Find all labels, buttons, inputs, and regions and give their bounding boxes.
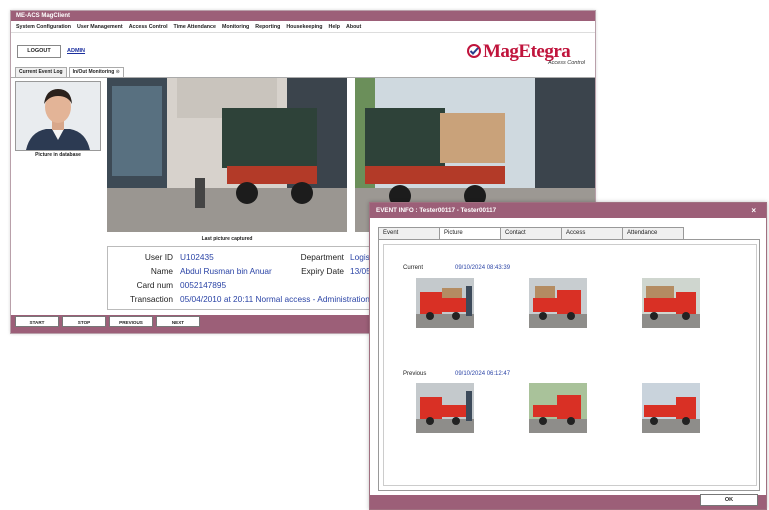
menu-housekeeping[interactable]: Housekeeping [286, 24, 322, 30]
menu-monitoring[interactable]: Monitoring [222, 24, 249, 30]
tab-access[interactable]: Access [561, 227, 623, 239]
stop-button[interactable]: STOP [62, 316, 106, 327]
menu-access-control[interactable]: Access Control [129, 24, 168, 30]
tab-attendance[interactable]: Attendance [622, 227, 684, 239]
current-timestamp: 09/10/2024 08:43:39 [455, 265, 511, 271]
current-label: Current [403, 265, 424, 271]
logo-check-icon [467, 44, 481, 58]
dialog-footer: OK [370, 494, 766, 509]
menu-reporting[interactable]: Reporting [255, 24, 280, 30]
menu-time-attendance[interactable]: Time Attendance [174, 24, 216, 30]
last-picture-caption: Last picture captured [201, 236, 253, 242]
brand-subtitle: Access Control [548, 60, 585, 66]
window-title: ME-ACS MagClient [11, 11, 595, 21]
current-thumb-1[interactable] [416, 278, 474, 328]
previous-timestamp: 09/10/2024 06:12:47 [455, 371, 511, 377]
name-label: Name [150, 266, 173, 276]
logout-button[interactable]: LOGOUT [17, 45, 61, 58]
camera-image-1 [107, 78, 347, 232]
transaction-label: Transaction [129, 294, 173, 304]
dialog-title-bar: EVENT INFO : Tester00117 - Tester00117 × [370, 203, 766, 218]
tab-in-out-monitoring[interactable]: In/Out Monitoring ⊗ [68, 67, 124, 77]
tab-current-event-log[interactable]: Current Event Log [15, 67, 67, 77]
menu-system-configuration[interactable]: System Configuration [16, 24, 71, 30]
truck-gate-scene [107, 78, 347, 232]
previous-thumb-2[interactable] [529, 383, 587, 433]
card-num-value: 0052147895 [180, 280, 227, 290]
current-thumb-2[interactable] [529, 278, 587, 328]
previous-thumb-3[interactable] [642, 383, 700, 433]
photo-caption: Picture in database [35, 152, 81, 158]
department-label: Department [300, 252, 344, 262]
tab-contact[interactable]: Contact [500, 227, 562, 239]
previous-button[interactable]: PREVIOUS [109, 316, 153, 327]
user-id-label: User ID [144, 252, 173, 262]
event-info-dialog: EVENT INFO : Tester00117 - Tester00117 ×… [369, 202, 767, 510]
current-thumb-3[interactable] [642, 278, 700, 328]
user-photo [15, 81, 101, 151]
menu-bar: System Configuration User Management Acc… [11, 21, 595, 33]
current-user-link[interactable]: ADMIN [67, 48, 85, 54]
tab-close-icon[interactable]: ⊗ [116, 69, 120, 75]
dialog-tabs: Event Picture Contact Access Attendance [378, 227, 684, 240]
close-icon[interactable]: × [751, 203, 756, 218]
tab-event[interactable]: Event [378, 227, 440, 239]
transaction-value: 05/04/2010 at 20:11 Normal access - Admi… [180, 294, 370, 304]
menu-about[interactable]: About [346, 24, 361, 30]
name-value: Abdul Rusman bin Anuar [180, 266, 272, 276]
person-portrait [16, 82, 100, 150]
picture-frame: Current 09/10/2024 08:43:39 Previous 09/… [383, 244, 757, 486]
next-button[interactable]: NEXT [156, 316, 200, 327]
dialog-title: EVENT INFO : Tester00117 - Tester00117 [376, 207, 497, 214]
top-bar: LOGOUT ADMIN MagEtegra Access Control [11, 33, 595, 69]
user-id-value: U102435 [180, 252, 214, 262]
card-num-label: Card num [136, 280, 173, 290]
menu-help[interactable]: Help [329, 24, 340, 30]
previous-label: Previous [403, 371, 427, 377]
main-tabs: Current Event Log In/Out Monitoring ⊗ [11, 67, 124, 77]
magetegra-logo: MagEtegra Access Control [467, 41, 587, 66]
picture-panel: Current 09/10/2024 08:43:39 Previous 09/… [378, 239, 760, 491]
menu-user-management[interactable]: User Management [77, 24, 123, 30]
previous-thumb-1[interactable] [416, 383, 474, 433]
ok-button[interactable]: OK [700, 494, 758, 506]
expiry-date-label: Expiry Date [301, 266, 344, 276]
start-button[interactable]: START [15, 316, 59, 327]
